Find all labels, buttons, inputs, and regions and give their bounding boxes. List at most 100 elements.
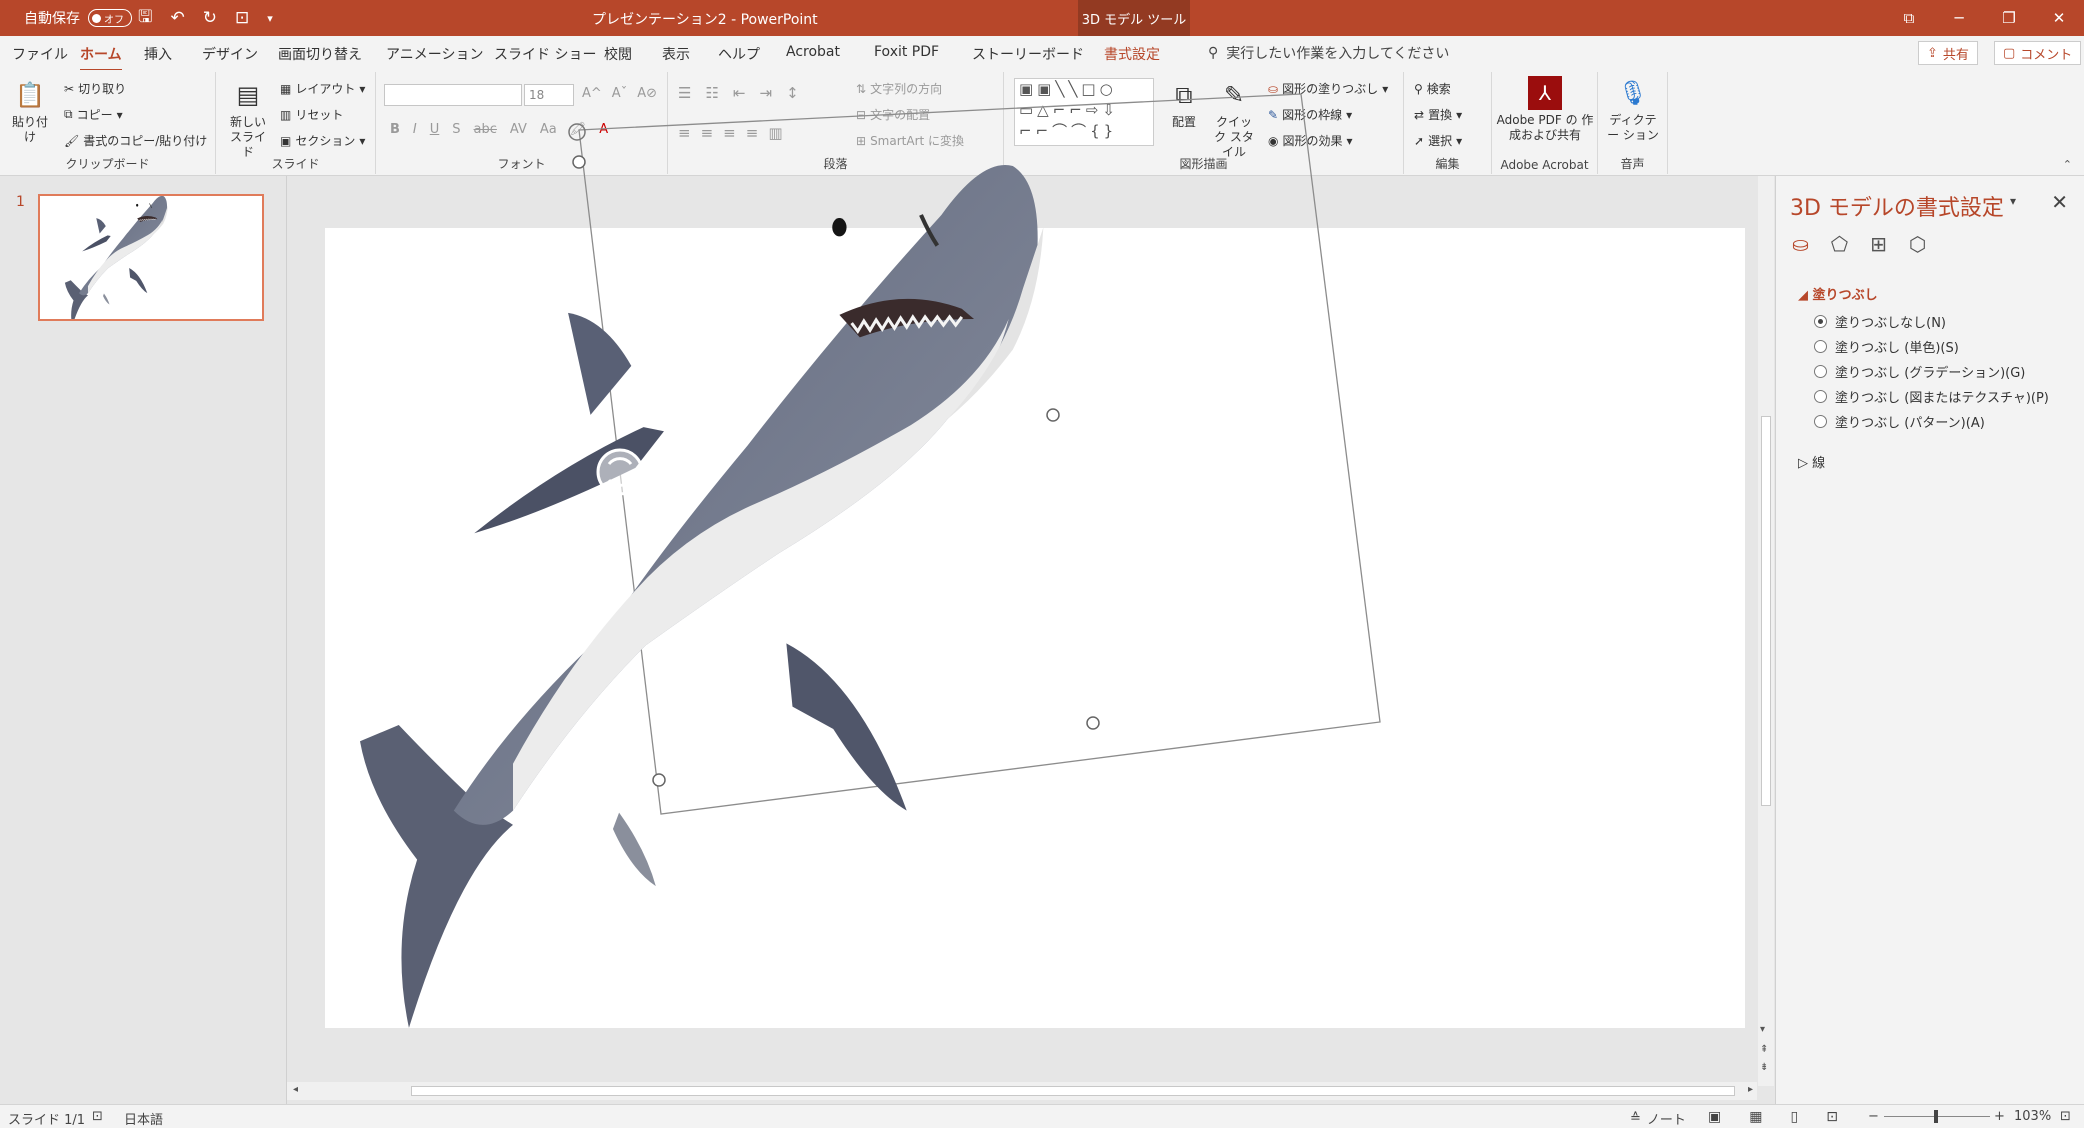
dictate-button[interactable]: 🎙 ディクテー ション bbox=[1604, 76, 1662, 143]
bullets-icon[interactable]: ☰ bbox=[678, 84, 691, 102]
zoom-level[interactable]: 103% bbox=[2014, 1109, 2051, 1124]
columns-icon[interactable]: ▥ bbox=[768, 124, 782, 142]
tab-view[interactable]: 表示 bbox=[662, 44, 690, 64]
create-pdf-button[interactable]: ⅄ Adobe PDF の 作成および共有 bbox=[1496, 76, 1594, 143]
fill-option-picture[interactable]: 塗りつぶし (図またはテクスチャ)(P) bbox=[1814, 387, 2049, 406]
tab-file[interactable]: ファイル bbox=[12, 44, 68, 64]
shape-outline-button[interactable]: ✎ 図形の枠線 ▾ bbox=[1268, 106, 1352, 123]
shark-3d-model[interactable] bbox=[287, 93, 1775, 1086]
resize-handle-right[interactable] bbox=[1046, 408, 1060, 422]
shape-effects-button[interactable]: ◉ 図形の効果 ▾ bbox=[1268, 132, 1353, 149]
line-section-header[interactable]: ▷ 線 bbox=[1798, 452, 1825, 471]
text-direction-button[interactable]: ⇅ 文字列の方向 bbox=[856, 80, 942, 97]
slideshow-view-icon[interactable]: ⊡ bbox=[1826, 1109, 1838, 1125]
fill-option-pattern[interactable]: 塗りつぶし (パターン)(A) bbox=[1814, 412, 1985, 431]
tab-foxit[interactable]: Foxit PDF bbox=[874, 44, 939, 60]
tab-acrobat[interactable]: Acrobat bbox=[786, 44, 840, 60]
tab-home[interactable]: ホーム bbox=[80, 44, 122, 72]
grow-font-icon[interactable]: A^ bbox=[582, 86, 602, 101]
effects-pentagon-icon[interactable]: ⬠ bbox=[1831, 232, 1848, 256]
comment-button[interactable]: ▢ コメント bbox=[1994, 41, 2082, 65]
reading-view-icon[interactable]: ▯ bbox=[1790, 1109, 1798, 1125]
shrink-font-icon[interactable]: Aˇ bbox=[612, 86, 627, 101]
undo-icon[interactable]: ↶ bbox=[170, 8, 184, 28]
resize-handle-bottom[interactable] bbox=[652, 773, 666, 787]
normal-view-icon[interactable]: ▣ bbox=[1708, 1109, 1721, 1125]
scroll-left-icon[interactable]: ◂ bbox=[293, 1084, 298, 1095]
autosave-toggle[interactable]: オフ bbox=[88, 9, 132, 27]
align-center-icon[interactable]: ≡ bbox=[701, 124, 714, 142]
size-properties-icon[interactable]: ⊞ bbox=[1870, 232, 1887, 256]
char-spacing-button[interactable]: AV bbox=[510, 122, 527, 137]
collapse-ribbon-icon[interactable]: ⌃ bbox=[2063, 158, 2072, 171]
strikethrough-button[interactable]: abc bbox=[474, 122, 497, 137]
tab-format[interactable]: 書式設定 bbox=[1104, 44, 1160, 64]
spellcheck-icon[interactable]: ⊡ bbox=[92, 1109, 103, 1124]
tab-animations[interactable]: アニメーション bbox=[386, 44, 483, 64]
sorter-view-icon[interactable]: ▦ bbox=[1749, 1109, 1762, 1125]
fit-to-window-icon[interactable]: ⊡ bbox=[2060, 1109, 2071, 1124]
tab-review[interactable]: 校閲 bbox=[604, 44, 632, 64]
pane-options-dropdown[interactable]: ▾ bbox=[2010, 194, 2016, 208]
tab-transitions[interactable]: 画面切り替え bbox=[278, 44, 362, 64]
fill-option-none[interactable]: 塗りつぶしなし(N) bbox=[1814, 312, 1946, 331]
tab-insert[interactable]: 挿入 bbox=[144, 44, 172, 64]
line-spacing-icon[interactable]: ↕ bbox=[786, 84, 799, 102]
tab-design[interactable]: デザイン bbox=[202, 44, 258, 64]
align-left-icon[interactable]: ≡ bbox=[678, 124, 691, 142]
italic-button[interactable]: I bbox=[413, 122, 417, 137]
tell-me-box[interactable]: ⚲ 実行したい作業を入力してください bbox=[1208, 43, 1449, 63]
format-painter-button[interactable]: 🖌 書式のコピー/貼り付け bbox=[64, 132, 207, 149]
fill-section-header[interactable]: ◢ 塗りつぶし bbox=[1798, 284, 1878, 303]
font-name-box[interactable] bbox=[384, 84, 522, 106]
resize-handle-corner[interactable] bbox=[1086, 716, 1100, 730]
replace-button[interactable]: ⇄ 置換 ▾ bbox=[1414, 106, 1462, 123]
shadow-button[interactable]: S bbox=[452, 122, 460, 137]
clear-format-icon[interactable]: A⊘ bbox=[637, 86, 657, 101]
horizontal-scroll-thumb[interactable] bbox=[411, 1086, 1735, 1096]
slide-thumbnail[interactable] bbox=[38, 194, 264, 327]
tab-slideshow[interactable]: スライド ショー bbox=[494, 44, 596, 64]
share-button[interactable]: ⇪ 共有 bbox=[1918, 41, 1978, 65]
save-icon[interactable]: 🖫 bbox=[138, 4, 152, 33]
language-indicator[interactable]: 日本語 bbox=[124, 1109, 163, 1128]
decrease-indent-icon[interactable]: ⇤ bbox=[733, 84, 746, 102]
autosave[interactable]: 自動保存 オフ bbox=[24, 0, 132, 36]
shapes-gallery[interactable]: ▣▣╲╲□○ ▭△⌐⌐⇨⇩ ⌐⌐⌒⌒{} bbox=[1014, 78, 1154, 146]
rotate-3d-handle-icon[interactable] bbox=[596, 448, 644, 496]
copy-button[interactable]: ⧉ コピー ▾ bbox=[64, 106, 123, 123]
redo-icon[interactable]: ↻ bbox=[203, 8, 217, 28]
customize-icon[interactable]: ▾ bbox=[267, 12, 273, 25]
paste-button[interactable]: 📋 貼り付け bbox=[8, 78, 52, 145]
notes-button[interactable]: ≙ ノート bbox=[1630, 1109, 1686, 1128]
align-right-icon[interactable]: ≡ bbox=[723, 124, 736, 142]
bold-button[interactable]: B bbox=[390, 122, 400, 137]
tab-help[interactable]: ヘルプ bbox=[718, 44, 760, 64]
ribbon-display-icon[interactable]: ⧉ bbox=[1884, 0, 1934, 36]
change-case-button[interactable]: Aa bbox=[540, 122, 557, 137]
layout-button[interactable]: ▦ レイアウト ▾ bbox=[280, 80, 365, 97]
arrange-button[interactable]: ⧉ 配置 bbox=[1162, 78, 1206, 130]
select-button[interactable]: ➚ 選択 ▾ bbox=[1414, 132, 1462, 149]
restore-icon[interactable]: ❐ bbox=[1984, 0, 2034, 36]
close-icon[interactable]: ✕ bbox=[2034, 0, 2084, 36]
smartart-button[interactable]: ⊞ SmartArt に変換 bbox=[856, 132, 964, 149]
increase-indent-icon[interactable]: ⇥ bbox=[759, 84, 772, 102]
zoom-out-icon[interactable]: − bbox=[1868, 1109, 1879, 1124]
zoom-in-icon[interactable]: + bbox=[1994, 1109, 2005, 1124]
minimize-icon[interactable]: ─ bbox=[1934, 0, 1984, 36]
horizontal-scrollbar[interactable]: ◂ ▸ bbox=[287, 1082, 1757, 1100]
reset-button[interactable]: ▥ リセット bbox=[280, 106, 343, 123]
prev-slide-icon[interactable]: ⇞ bbox=[1760, 1044, 1768, 1055]
next-slide-icon[interactable]: ⇟ bbox=[1760, 1062, 1768, 1073]
present-icon[interactable]: ⊡ bbox=[235, 8, 249, 28]
justify-icon[interactable]: ≡ bbox=[746, 124, 759, 142]
section-button[interactable]: ▣ セクション ▾ bbox=[280, 132, 365, 149]
fill-line-icon[interactable]: ⛀ bbox=[1792, 232, 1809, 256]
new-slide-button[interactable]: ▤ 新しい スライド bbox=[226, 78, 270, 160]
resize-handle-top[interactable] bbox=[572, 155, 586, 169]
zoom-slider-thumb[interactable] bbox=[1934, 1110, 1938, 1123]
3d-model-cube-icon[interactable]: ⬡ bbox=[1909, 232, 1926, 256]
scroll-right-icon[interactable]: ▸ bbox=[1748, 1084, 1753, 1095]
numbering-icon[interactable]: ☷ bbox=[705, 84, 718, 102]
